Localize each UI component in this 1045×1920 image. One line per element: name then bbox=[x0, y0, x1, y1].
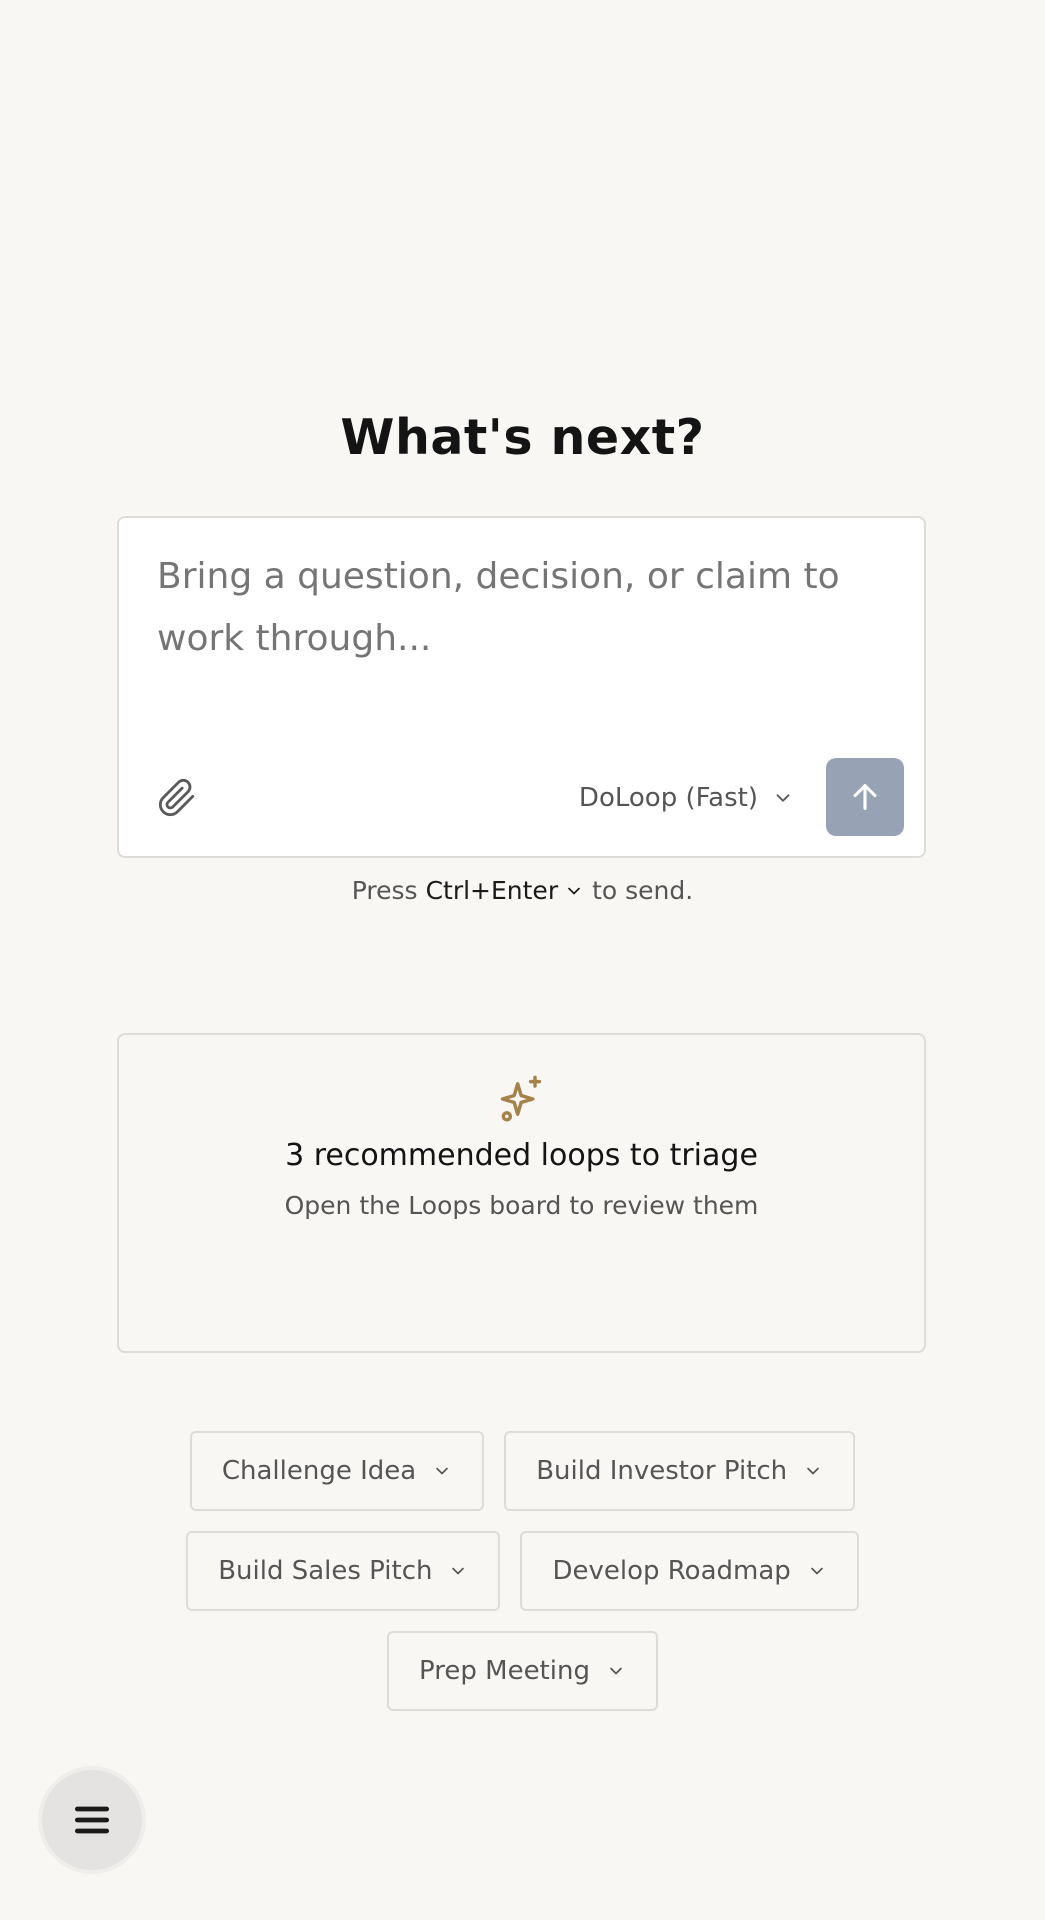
chevron-down-icon bbox=[810, 1567, 823, 1575]
composer: DoLoop (Fast) bbox=[117, 516, 926, 858]
prep-meeting-button[interactable]: Prep Meeting bbox=[387, 1631, 658, 1711]
sparkle-icon bbox=[500, 1075, 541, 1122]
hint-prefix: Press bbox=[351, 876, 418, 905]
menu-button[interactable] bbox=[42, 1770, 142, 1870]
chevron-down-icon bbox=[436, 1467, 449, 1475]
attach-button[interactable] bbox=[155, 776, 199, 820]
shortcut-label: Ctrl+Enter bbox=[425, 876, 559, 905]
model-label: DoLoop (Fast) bbox=[578, 783, 758, 813]
send-hint: Press Ctrl+Enter to send. bbox=[0, 876, 1045, 905]
challenge-idea-button[interactable]: Challenge Idea bbox=[189, 1431, 485, 1511]
shortcut-select[interactable]: Ctrl+Enter bbox=[426, 876, 585, 905]
recommendation-subtitle: Open the Loops board to review them bbox=[284, 1191, 759, 1220]
chip-row: Challenge Idea Build Investor Pitch bbox=[189, 1431, 856, 1511]
chevron-down-icon bbox=[568, 887, 580, 894]
recommended-loops-card[interactable]: 3 recommended loops to triage Open the L… bbox=[117, 1033, 926, 1353]
recommendation-title: 3 recommended loops to triage bbox=[285, 1138, 758, 1173]
prompt-input[interactable] bbox=[157, 546, 884, 676]
chevron-down-icon bbox=[776, 794, 790, 802]
chevron-down-icon bbox=[452, 1567, 465, 1575]
chevron-down-icon bbox=[610, 1667, 622, 1675]
arrow-up-icon bbox=[853, 784, 877, 810]
action-chips: Challenge Idea Build Investor Pitch Buil… bbox=[0, 1431, 1045, 1711]
chevron-down-icon bbox=[807, 1467, 819, 1475]
build-investor-pitch-button[interactable]: Build Investor Pitch bbox=[504, 1431, 856, 1511]
chip-row: Prep Meeting bbox=[387, 1631, 658, 1711]
chip-label: Challenge Idea bbox=[221, 1456, 417, 1486]
chip-label: Build Investor Pitch bbox=[536, 1456, 788, 1486]
chip-row: Build Sales Pitch Develop Roadmap bbox=[186, 1531, 859, 1611]
chip-label: Develop Roadmap bbox=[552, 1556, 791, 1586]
page-title: What's next? bbox=[340, 409, 705, 466]
chip-label: Prep Meeting bbox=[419, 1656, 590, 1686]
model-select[interactable]: DoLoop (Fast) bbox=[579, 778, 794, 818]
send-button[interactable] bbox=[826, 758, 904, 836]
chip-label: Build Sales Pitch bbox=[218, 1556, 433, 1586]
sparkle-icon-wrap bbox=[119, 1073, 924, 1125]
develop-roadmap-button[interactable]: Develop Roadmap bbox=[520, 1531, 859, 1611]
hint-suffix: to send. bbox=[592, 876, 694, 905]
build-sales-pitch-button[interactable]: Build Sales Pitch bbox=[186, 1531, 501, 1611]
paperclip-icon bbox=[158, 778, 195, 817]
hamburger-menu-icon bbox=[74, 1806, 110, 1834]
